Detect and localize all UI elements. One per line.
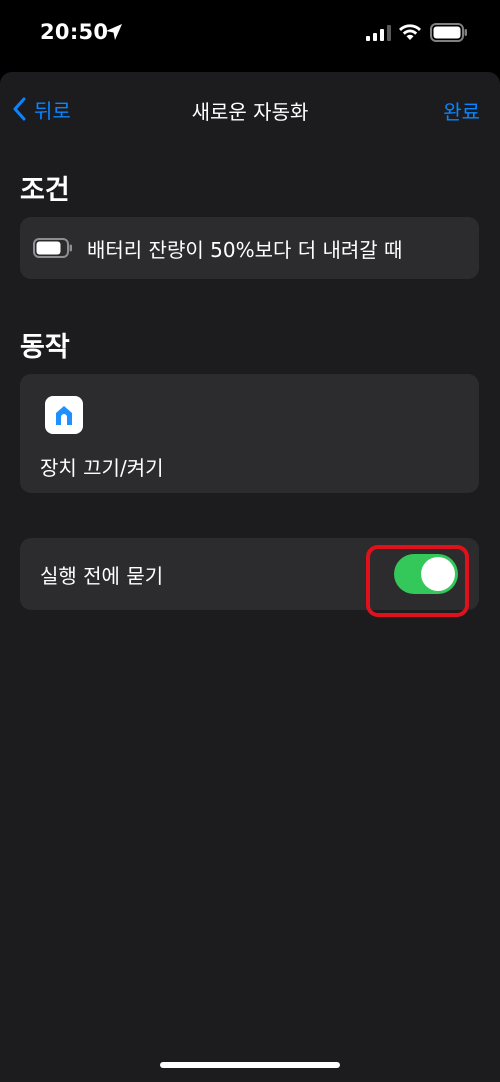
condition-text: 배터리 잔량이 50%보다 더 내려갈 때	[87, 237, 403, 262]
home-app-icon	[45, 396, 83, 434]
ask-before-running-label: 실행 전에 묻기	[40, 563, 164, 588]
location-arrow-icon	[106, 24, 122, 40]
cellular-signal-icon	[366, 25, 391, 41]
status-bar: 20:50	[0, 0, 500, 72]
automation-sheet: 뒤로 새로운 자동화 완료 조건 배터리 잔량이 50%보다 더 내려갈 때 동…	[0, 72, 500, 1082]
action-section-header: 동작	[20, 332, 70, 363]
done-button[interactable]: 완료	[443, 96, 480, 125]
condition-section-header: 조건	[20, 175, 70, 206]
toggle-highlight-box	[366, 545, 469, 617]
home-indicator	[160, 1062, 340, 1068]
action-card[interactable]: 장치 끄기/켜기	[20, 374, 479, 493]
action-label: 장치 끄기/켜기	[40, 456, 164, 480]
battery-low-icon	[33, 238, 72, 258]
battery-icon	[430, 23, 467, 42]
wifi-icon	[399, 24, 421, 40]
condition-row[interactable]: 배터리 잔량이 50%보다 더 내려갈 때	[20, 217, 479, 279]
page-title: 새로운 자동화	[191, 100, 309, 124]
status-time: 20:50	[40, 20, 109, 44]
